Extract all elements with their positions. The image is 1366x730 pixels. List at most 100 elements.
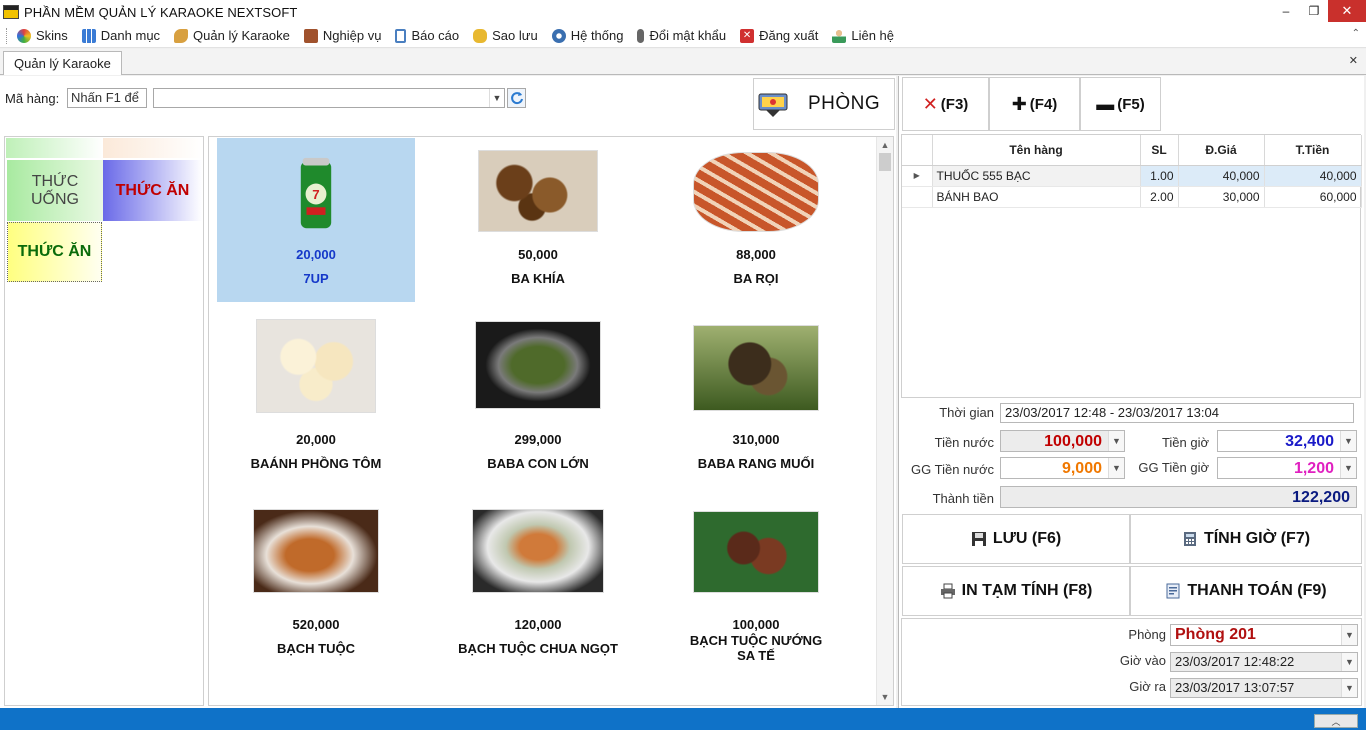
category-thuc-an[interactable]: THỨC ĂN xyxy=(103,160,202,221)
chevron-down-icon[interactable]: ▼ xyxy=(489,89,504,107)
svg-text:7: 7 xyxy=(312,187,319,202)
menu-danh-muc[interactable]: Danh mục xyxy=(81,28,160,43)
col-sl[interactable]: SL xyxy=(1140,135,1179,166)
product-search-combo[interactable]: ▼ xyxy=(153,88,505,108)
database-icon xyxy=(473,28,488,43)
product-code-input[interactable]: Nhấn F1 để xyxy=(67,88,147,108)
table-row[interactable]: ▶ THUỐC 555 BẠC 1.00 40,000 40,000 xyxy=(902,165,1362,187)
col-ten-hang[interactable]: Tên hàng xyxy=(932,135,1141,166)
chevron-up-icon[interactable]: ︿ xyxy=(1314,714,1358,728)
logout-icon: ✕ xyxy=(740,28,755,43)
drink-amount-label: Tiền nước xyxy=(934,435,994,450)
close-button[interactable]: ✕ xyxy=(1328,0,1366,22)
minimize-button[interactable]: – xyxy=(1272,0,1300,22)
refresh-button[interactable] xyxy=(507,88,526,108)
drink-amount-field[interactable]: 100,000 ▼ xyxy=(1000,430,1125,452)
product-tile[interactable]: 299,000 BABA CON LỚN xyxy=(439,315,637,479)
cell-qty[interactable]: 2.00 xyxy=(1140,186,1179,208)
menu-quan-ly-karaoke[interactable]: Quản lý Karaoke xyxy=(174,28,290,43)
col-don-gia[interactable]: Đ.Giá xyxy=(1178,135,1265,166)
menu-skins[interactable]: Skins xyxy=(17,28,68,43)
cell-qty[interactable]: 1.00 xyxy=(1140,165,1179,187)
menu-doi-mat-khau[interactable]: Đổi mật khẩu xyxy=(637,28,726,43)
product-price: 20,000 xyxy=(296,247,336,262)
product-tile[interactable]: 310,000 BABA RANG MUỐI xyxy=(657,315,855,479)
hour-discount-value: 1,200 xyxy=(1293,460,1334,477)
drink-discount-value: 9,000 xyxy=(1061,460,1102,477)
product-tile[interactable]: 20,000 BAÁNH PHỒNG TÔM xyxy=(217,315,415,479)
menu-label: Sao lưu xyxy=(492,28,538,43)
category-thuc-uong[interactable]: THỨC UỐNG xyxy=(7,160,103,221)
close-icon[interactable]: ✕ xyxy=(1349,54,1358,67)
cell-name[interactable]: THUỐC 555 BẠC xyxy=(932,165,1141,187)
salt-roasted-turtle-image xyxy=(693,325,819,411)
chevron-down-icon[interactable]: ▼ xyxy=(1341,679,1357,697)
add-quantity-button[interactable]: ✚ (F4) xyxy=(989,77,1080,131)
drink-discount-field[interactable]: 9,000 ▼ xyxy=(1000,457,1125,479)
product-tile[interactable]: 520,000 BẠCH TUỘC xyxy=(217,501,415,665)
menu-sao-luu[interactable]: Sao lưu xyxy=(473,28,538,43)
cell-name[interactable]: BÁNH BAO xyxy=(932,186,1141,208)
menu-lien-he[interactable]: Liên hệ xyxy=(832,28,894,43)
room-button[interactable]: PHÒNG xyxy=(753,78,895,130)
category-thuc-an-selected[interactable]: THỨC ĂN xyxy=(7,222,102,282)
hour-discount-field[interactable]: 1,200 ▼ xyxy=(1217,457,1357,479)
total-value: 122,200 xyxy=(1292,489,1350,506)
chevron-down-icon[interactable]: ▼ xyxy=(1108,431,1124,451)
room-field[interactable]: Phòng 201 ▼ xyxy=(1170,624,1358,646)
cell-total[interactable]: 40,000 xyxy=(1264,165,1362,187)
cell-price[interactable]: 40,000 xyxy=(1178,165,1265,187)
product-tile[interactable]: 88,000 BA RỌI xyxy=(657,138,855,302)
gears-icon xyxy=(551,28,566,43)
checkout-button[interactable]: THANH TOÁN (F9) xyxy=(1130,566,1362,616)
chevron-up-icon[interactable]: ⌃ xyxy=(1352,28,1360,39)
product-name: BA RỌI xyxy=(733,271,779,286)
print-preview-button[interactable]: IN TẠM TÍNH (F8) xyxy=(902,566,1130,616)
room-label: Phòng xyxy=(1128,627,1166,642)
cell-total[interactable]: 60,000 xyxy=(1264,186,1362,208)
restore-button[interactable]: ❐ xyxy=(1300,0,1328,22)
indicator-header xyxy=(902,135,933,166)
check-in-label: Giờ vào xyxy=(1119,653,1166,668)
table-row[interactable]: BÁNH BAO 2.00 30,000 60,000 xyxy=(902,186,1362,208)
product-tile[interactable]: 50,000 BA KHÍA xyxy=(439,138,637,302)
minus-icon: ▬ xyxy=(1096,93,1115,114)
product-tile[interactable]: 7 20,000 7UP xyxy=(217,138,415,302)
fkey-label: (F5) xyxy=(1117,95,1145,113)
save-button[interactable]: LƯU (F6) xyxy=(902,514,1130,564)
product-name: BABA CON LỚN xyxy=(487,456,589,471)
calculate-time-button[interactable]: TÍNH GIỜ (F7) xyxy=(1130,514,1362,564)
chevron-down-icon[interactable]: ▼ xyxy=(1340,431,1356,451)
product-price: 299,000 xyxy=(514,432,562,447)
check-out-value: 23/03/2017 13:07:57 xyxy=(1175,680,1295,695)
product-price: 20,000 xyxy=(296,432,336,447)
product-name: BABA RANG MUỐI xyxy=(697,456,815,471)
menu-bao-cao[interactable]: Báo cáo xyxy=(395,28,459,43)
menu-nghiep-vu[interactable]: Nghiệp vụ xyxy=(303,28,381,43)
time-field[interactable]: 23/03/2017 12:48 - 23/03/2017 13:04 xyxy=(1000,403,1354,423)
tab-quan-ly-karaoke[interactable]: Quản lý Karaoke xyxy=(3,51,122,75)
delete-item-button[interactable]: ✕ (F3) xyxy=(902,77,989,131)
grilled-octopus-image xyxy=(253,509,379,593)
product-scrollbar[interactable]: ▲ ▼ xyxy=(876,137,893,705)
chevron-down-icon[interactable]: ▼ xyxy=(1108,458,1124,478)
scrollbar-thumb[interactable] xyxy=(879,153,891,171)
total-label: Thành tiền xyxy=(932,491,994,506)
product-name: BẠCH TUỘC NƯỚNG SA TẾ xyxy=(689,633,823,663)
product-tile[interactable]: 120,000 BẠCH TUỘC CHUA NGỌT xyxy=(439,501,637,665)
chevron-down-icon[interactable]: ▼ xyxy=(1340,458,1356,478)
cell-price[interactable]: 30,000 xyxy=(1178,186,1265,208)
total-field[interactable]: 122,200 xyxy=(1000,486,1357,508)
check-in-field[interactable]: 23/03/2017 12:48:22 ▼ xyxy=(1170,652,1358,672)
subtract-quantity-button[interactable]: ▬ (F5) xyxy=(1080,77,1161,131)
check-out-field[interactable]: 23/03/2017 13:07:57 ▼ xyxy=(1170,678,1358,698)
chevron-down-icon[interactable]: ▼ xyxy=(1341,625,1357,645)
chevron-down-icon[interactable]: ▼ xyxy=(877,690,893,704)
chevron-up-icon[interactable]: ▲ xyxy=(877,138,893,152)
product-tile[interactable]: 100,000 BẠCH TUỘC NƯỚNG SA TẾ xyxy=(657,501,855,665)
hour-amount-field[interactable]: 32,400 ▼ xyxy=(1217,430,1357,452)
menu-dang-xuat[interactable]: ✕ Đăng xuất xyxy=(740,28,818,43)
col-thanh-tien[interactable]: T.Tiền xyxy=(1264,135,1362,166)
menu-he-thong[interactable]: Hệ thống xyxy=(551,28,623,43)
chevron-down-icon[interactable]: ▼ xyxy=(1341,653,1357,671)
